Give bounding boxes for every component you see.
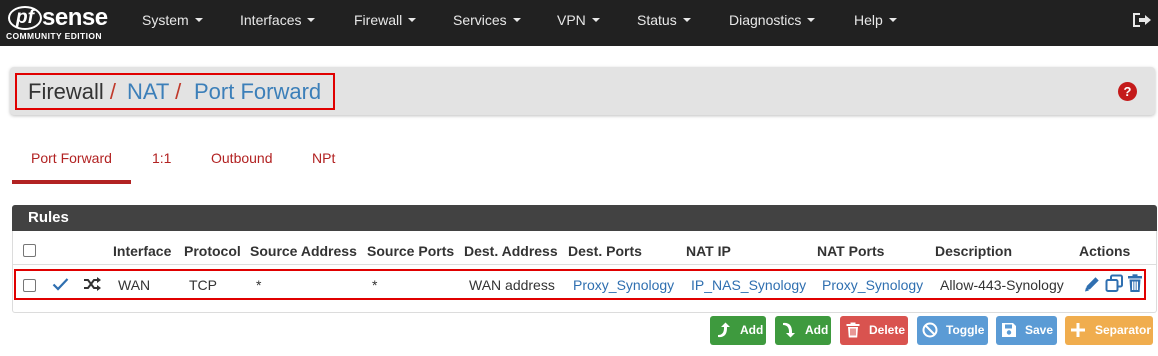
cell-source-ports: * — [372, 277, 378, 293]
add-rule-bottom-button[interactable]: Add — [775, 316, 831, 345]
ban-icon — [922, 322, 938, 338]
tab-port-forward[interactable]: Port Forward — [31, 150, 112, 166]
cell-description: Allow-443-Synology — [940, 277, 1064, 293]
pencil-icon[interactable] — [1083, 275, 1101, 293]
pfsense-logo[interactable]: pf sense COMMUNITY EDITION — [6, 3, 116, 43]
rules-title: Rules — [28, 209, 69, 226]
column-header-source-ports: Source Ports — [367, 243, 455, 259]
toggle-button[interactable]: Toggle — [917, 316, 988, 345]
nav-status[interactable]: Status — [637, 0, 691, 46]
save-label: Save — [1025, 323, 1054, 337]
breadcrumb-port-forward[interactable]: Port Forward — [194, 79, 321, 105]
select-all-checkbox[interactable] — [23, 244, 36, 257]
nav-interfaces[interactable]: Interfaces — [240, 0, 316, 46]
column-header-dest-ports: Dest. Ports — [568, 243, 642, 259]
header-divider — [13, 264, 1156, 265]
logo-edition-text: COMMUNITY EDITION — [6, 31, 102, 41]
active-tab-indicator — [12, 180, 131, 184]
help-icon[interactable]: ? — [1118, 82, 1137, 101]
arrow-turn-up-icon — [718, 322, 730, 338]
nav-help[interactable]: Help — [854, 0, 897, 46]
logo-sense-text: sense — [42, 4, 108, 31]
caret-down-icon — [512, 18, 521, 23]
breadcrumb-separator: / — [175, 79, 182, 104]
breadcrumb: Firewall / — [28, 79, 116, 105]
logo-pf-mark: pf — [8, 6, 42, 30]
caret-down-icon — [408, 18, 417, 23]
column-header-dest-address: Dest. Address — [464, 243, 558, 259]
column-header-nat-ports: NAT Ports — [817, 243, 885, 259]
column-header-protocol: Protocol — [184, 243, 241, 259]
add-top-label: Add — [740, 323, 764, 337]
rules-panel-header — [12, 205, 1157, 231]
tab-outbound[interactable]: Outbound — [211, 150, 273, 166]
delete-label: Delete — [869, 323, 906, 337]
cell-dest-address: WAN address — [469, 277, 555, 293]
add-rule-top-button[interactable]: Add — [710, 316, 766, 345]
caret-down-icon — [591, 18, 600, 23]
column-header-actions: Actions — [1079, 243, 1131, 259]
nav-vpn[interactable]: VPN — [557, 0, 600, 46]
cell-protocol: TCP — [189, 277, 217, 293]
tab-npt[interactable]: NPt — [312, 150, 335, 166]
nav-interfaces-label: Interfaces — [240, 12, 302, 28]
arrow-turn-down-icon — [783, 322, 795, 338]
copy-icon[interactable] — [1105, 274, 1124, 293]
floppy-disk-icon — [1002, 323, 1016, 337]
cell-nat-ip-link[interactable]: IP_NAS_Synology — [691, 277, 806, 293]
column-header-description: Description — [935, 243, 1013, 259]
tab-one-to-one[interactable]: 1:1 — [152, 150, 171, 166]
breadcrumb-nat[interactable]: NAT — [127, 79, 169, 104]
nav-system[interactable]: System — [142, 0, 203, 46]
nav-diagnostics[interactable]: Diagnostics — [729, 0, 816, 46]
nav-services-label: Services — [453, 12, 507, 28]
nav-firewall[interactable]: Firewall — [354, 0, 417, 46]
add-separator-button[interactable]: Separator — [1065, 316, 1153, 345]
caret-down-icon — [194, 18, 203, 23]
cell-dest-ports-link[interactable]: Proxy_Synology — [573, 277, 674, 293]
row-select-checkbox[interactable] — [23, 279, 36, 292]
check-icon[interactable] — [52, 277, 69, 291]
logout-icon[interactable] — [1132, 12, 1152, 28]
nav-vpn-label: VPN — [557, 12, 586, 28]
delete-button[interactable]: Delete — [840, 316, 908, 345]
cell-source-address: * — [256, 277, 262, 293]
trash-icon[interactable] — [1127, 274, 1143, 293]
separator-label: Separator — [1095, 323, 1152, 337]
nav-services[interactable]: Services — [453, 0, 521, 46]
column-header-source-address: Source Address — [250, 243, 357, 259]
shuffle-icon — [84, 277, 101, 291]
nav-status-label: Status — [637, 12, 677, 28]
caret-down-icon — [682, 18, 691, 23]
column-header-nat-ip: NAT IP — [686, 243, 731, 259]
trash-icon — [846, 322, 860, 338]
column-header-interface: Interface — [113, 243, 172, 259]
cell-interface: WAN — [118, 277, 151, 293]
toggle-label: Toggle — [946, 323, 985, 337]
caret-down-icon — [888, 18, 897, 23]
breadcrumb-firewall: Firewall — [28, 79, 104, 104]
save-button[interactable]: Save — [996, 316, 1057, 345]
nav-system-label: System — [142, 12, 189, 28]
nav-diagnostics-label: Diagnostics — [729, 12, 802, 28]
cell-nat-ports-link[interactable]: Proxy_Synology — [822, 277, 923, 293]
breadcrumb-nat-wrap: NAT / — [127, 79, 181, 105]
breadcrumb-separator: / — [109, 79, 117, 104]
add-bottom-label: Add — [805, 323, 829, 337]
caret-down-icon — [807, 18, 816, 23]
plus-icon — [1071, 323, 1085, 337]
nav-help-label: Help — [854, 12, 883, 28]
nav-firewall-label: Firewall — [354, 12, 403, 28]
caret-down-icon — [307, 18, 316, 23]
